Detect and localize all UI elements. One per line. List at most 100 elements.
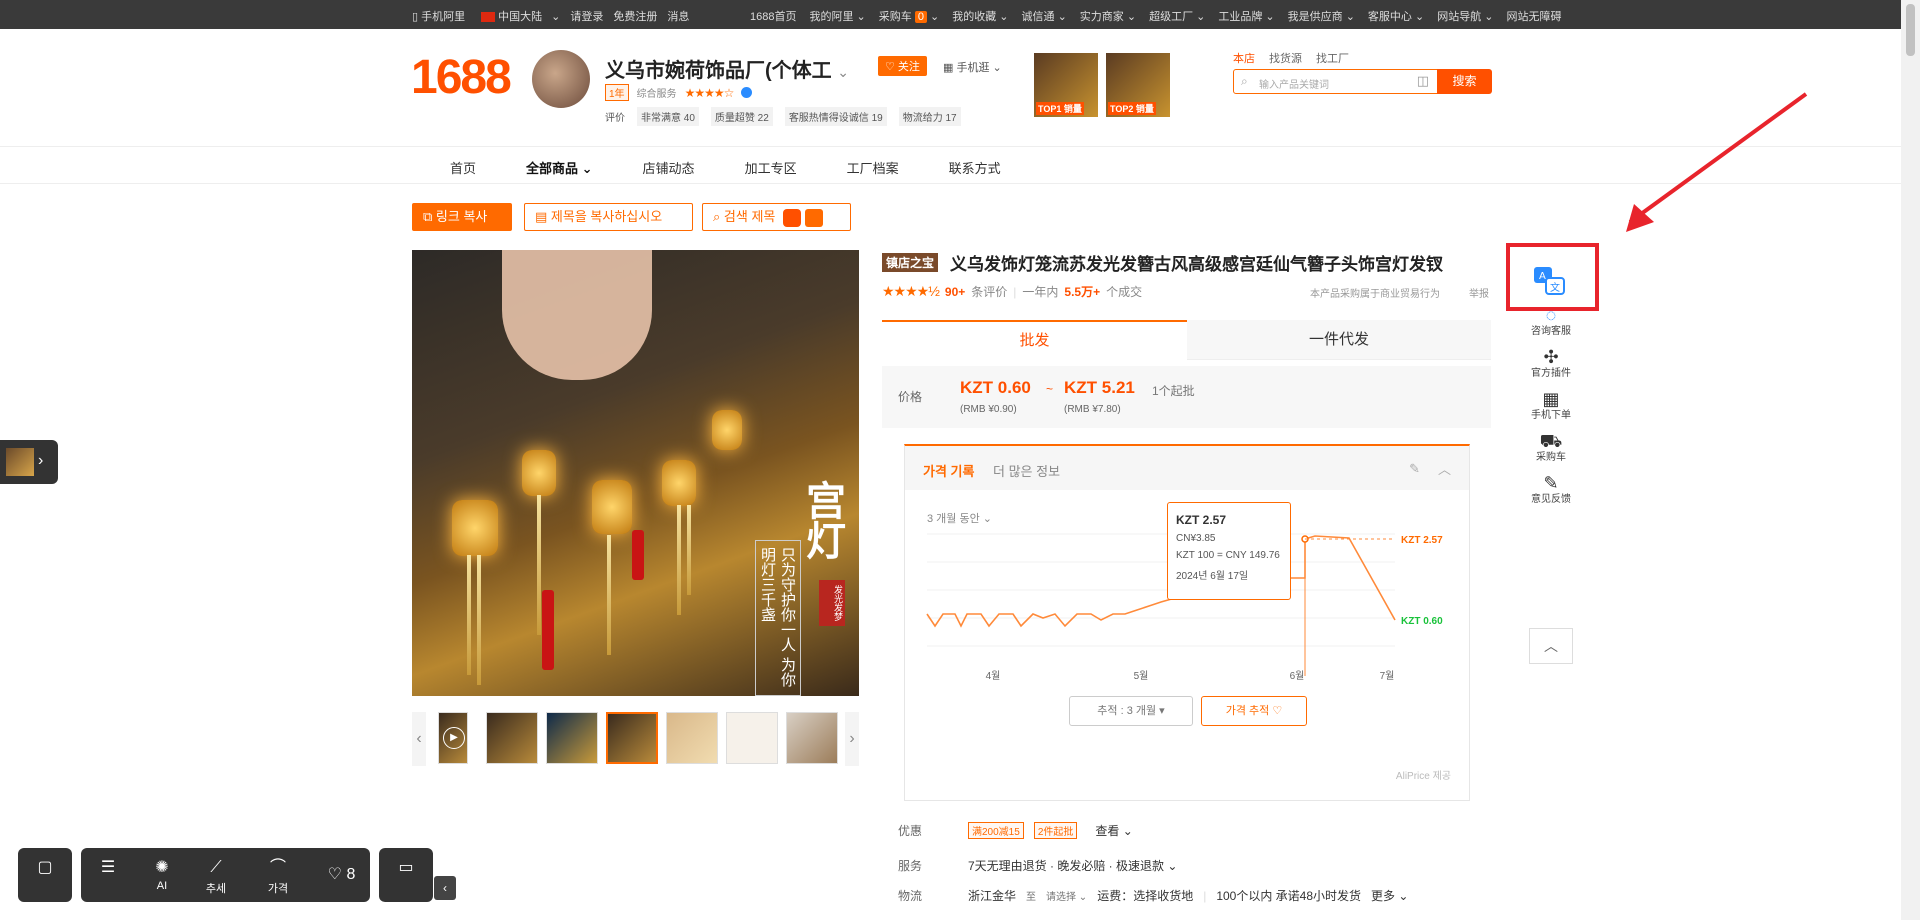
score-item: 物流给力 17 [898, 107, 961, 126]
product-main-image[interactable]: 宫灯 只为守护你一人 为你明灯三千盏 发光发梦 [412, 250, 859, 696]
price-history-tab[interactable]: 가격 기록 [923, 461, 974, 480]
nav-item-factory-profile[interactable]: 工厂档案 [847, 158, 899, 177]
toolbar-likes-button[interactable]: ♡ 8 [313, 848, 370, 902]
search-button[interactable]: 搜索 [1437, 69, 1492, 94]
bottom-toolbar: ☰ ✺ AI ⟋ 추세 ⌒ 가격 ♡ 8 [81, 848, 370, 902]
chevron-down-icon[interactable]: ⌄ [837, 64, 849, 80]
more-logistics-link[interactable]: 更多 ⌄ [1371, 887, 1408, 904]
topbar-link-cart[interactable]: 采购车 0 ⌄ [879, 8, 939, 24]
video-thumbnail[interactable]: ▶ [438, 712, 468, 764]
thumb-prev-icon[interactable]: ‹ [412, 712, 426, 766]
topbar-link-sitemap[interactable]: 网站导航 ⌄ [1437, 8, 1493, 24]
nav-item-contact[interactable]: 联系方式 [949, 158, 1001, 177]
collapse-icon[interactable]: ︿ [1438, 459, 1451, 478]
follow-button[interactable]: ♡ 关注 [878, 56, 927, 76]
sidebar-item-mobile-order[interactable]: ▦ 手机下单 [1529, 384, 1573, 426]
thumbnail[interactable] [546, 712, 598, 764]
view-coupons-link[interactable]: 查看 ⌄ [1095, 822, 1132, 839]
bag-button[interactable]: ▢ [18, 848, 72, 902]
top-product-1[interactable]: TOP1 销量 [1034, 53, 1098, 117]
rating-count[interactable]: 90+ [945, 285, 965, 299]
messages-link[interactable]: 消息 [667, 8, 689, 24]
service-text[interactable]: 7天无理由退货 · 晚发必赔 · 极速退款 ⌄ [968, 857, 1177, 874]
topbar-link-super-factory[interactable]: 超级工厂 ⌄ [1149, 8, 1205, 24]
shop-name[interactable]: 义乌市婉荷饰品厂(个体工 ⌄ [605, 54, 849, 83]
topbar-link-favorites[interactable]: 我的收藏 ⌄ [952, 8, 1008, 24]
shop-avatar[interactable] [532, 50, 590, 108]
topbar-link-strong-merchants[interactable]: 实力商家 ⌄ [1080, 8, 1136, 24]
sidebar-item-plugin[interactable]: ✣ 官方插件 [1529, 342, 1573, 384]
sidebar-item-cart[interactable]: ⛟ 采购车 [1529, 426, 1573, 468]
toolbar-trend-button[interactable]: ⟋ 추세 [189, 848, 243, 902]
topbar-link-help[interactable]: 客服中心 ⌄ [1368, 8, 1424, 24]
chat-button[interactable]: ▭ [379, 848, 433, 902]
thumb-next-icon[interactable]: › [845, 712, 859, 766]
destination-select[interactable]: 请选择 ⌄ [1046, 888, 1087, 903]
top-product-2[interactable]: TOP2 销量 [1106, 53, 1170, 117]
chevron-right-icon: › [38, 452, 44, 469]
toolbar-price-button[interactable]: ⌒ 가격 [243, 848, 313, 902]
camera-icon[interactable]: ◫ [1417, 73, 1429, 89]
translate-icon[interactable]: A 文 [1532, 265, 1566, 297]
back-to-top-button[interactable]: ︿ [1529, 628, 1573, 664]
toolbar-collapse-button[interactable]: ☰ [81, 848, 135, 902]
sidebar-item-feedback[interactable]: ✎ 意见反馈 [1529, 468, 1573, 510]
trend-chart-icon: ⟋ [210, 859, 222, 876]
search-scope-supply[interactable]: 找货源 [1269, 50, 1302, 66]
price-history-header: 가격 기록 더 많은 정보 ✎ ︿ [905, 446, 1469, 490]
tooltip-date: 2024년 6월 17일 [1176, 571, 1249, 582]
toolbar-collapse-icon[interactable]: ‹ [434, 876, 456, 900]
region-selector[interactable]: 中国大陆 ⌄ [481, 8, 560, 24]
thumbnail[interactable] [486, 712, 538, 764]
tab-dropship[interactable]: 一件代发 [1187, 320, 1491, 360]
search-scope-store[interactable]: 本店 [1233, 50, 1255, 66]
more-info-tab[interactable]: 더 많은 정보 [993, 461, 1060, 480]
thumbnail-active[interactable] [606, 712, 658, 764]
site-logo[interactable]: 1688 [411, 50, 512, 105]
image-caption-big: 宫灯 [799, 480, 846, 560]
mobile-browse-link[interactable]: ▦ 手机逛 ⌄ [943, 59, 1002, 75]
copy-link-button[interactable]: ⧉ 링크 복사 [412, 203, 512, 231]
search-title-button[interactable]: ⌕ 검색 제목 [702, 203, 851, 231]
topbar-link-accessibility[interactable]: 网站无障碍 [1506, 8, 1561, 24]
nav-item-shop-news[interactable]: 店铺动态 [643, 158, 695, 177]
logistics-label: 物流 [898, 889, 923, 903]
thumbnail[interactable] [786, 712, 838, 764]
report-link[interactable]: 举报 [1469, 285, 1489, 300]
register-link[interactable]: 免费注册 [613, 8, 657, 24]
page-scrollbar[interactable] [1901, 0, 1920, 920]
topbar-link-industrial-brands[interactable]: 工业品牌 ⌄ [1218, 8, 1274, 24]
thumbnail[interactable] [666, 712, 718, 764]
login-link[interactable]: 请登录 [570, 8, 603, 24]
scrollbar-thumb[interactable] [1906, 4, 1915, 56]
topbar-link-supplier[interactable]: 我是供应商 ⌄ [1288, 8, 1355, 24]
price-history-panel: 가격 기록 더 많은 정보 ✎ ︿ 3 개월 동안 ⌄ KZT 2.57 KZT… [904, 444, 1470, 801]
tmall-icon[interactable] [782, 208, 801, 227]
track-period-select[interactable]: 추적 : 3 개월 ▾ [1069, 696, 1193, 726]
shop-years-tag: 1年 [605, 84, 629, 101]
copy-title-button[interactable]: ▤ 제목을 복사하십시오 [524, 203, 693, 231]
left-floating-panel[interactable]: › [0, 440, 58, 484]
search-input[interactable]: ⌕ 输入产品关键词 ◫ [1233, 69, 1438, 94]
nav-item-all-products[interactable]: 全部商品 ⌄ [526, 158, 593, 177]
nav-item-processing[interactable]: 加工专区 [745, 158, 797, 177]
mobile-alibaba-link[interactable]: ▯ 手机阿里 [412, 8, 471, 24]
price-box: 价格 KZT 0.60 ~ KZT 5.21 1个起批 (RMB ¥0.90) … [882, 366, 1491, 428]
rmb-price-low: (RMB ¥0.90) [960, 404, 1017, 415]
topbar-link-my-alibaba[interactable]: 我的阿里 ⌄ [809, 8, 865, 24]
search-scope-factory[interactable]: 找工厂 [1316, 50, 1349, 66]
nav-item-home[interactable]: 首页 [450, 158, 476, 177]
price-track-button[interactable]: 가격 추적 ♡ [1201, 696, 1307, 726]
sales-suffix: 个成交 [1106, 285, 1143, 299]
taobao-icon[interactable] [804, 208, 823, 227]
sidebar-item-customer-service[interactable]: ◌ 咨询客服 [1529, 300, 1573, 342]
thumbnail[interactable] [726, 712, 778, 764]
toolbar-ai-button[interactable]: ✺ AI [135, 848, 189, 902]
price-line-icon: ⌒ [269, 859, 286, 876]
topbar-link-chengxintong[interactable]: 诚信通 ⌄ [1022, 8, 1067, 24]
topbar-link-home[interactable]: 1688首页 [750, 8, 796, 24]
min-order: 1个起批 [1152, 384, 1195, 398]
edit-icon[interactable]: ✎ [1409, 461, 1420, 477]
tab-wholesale[interactable]: 批发 [882, 320, 1187, 360]
tooltip-cny: CN¥3.85 [1176, 533, 1216, 544]
